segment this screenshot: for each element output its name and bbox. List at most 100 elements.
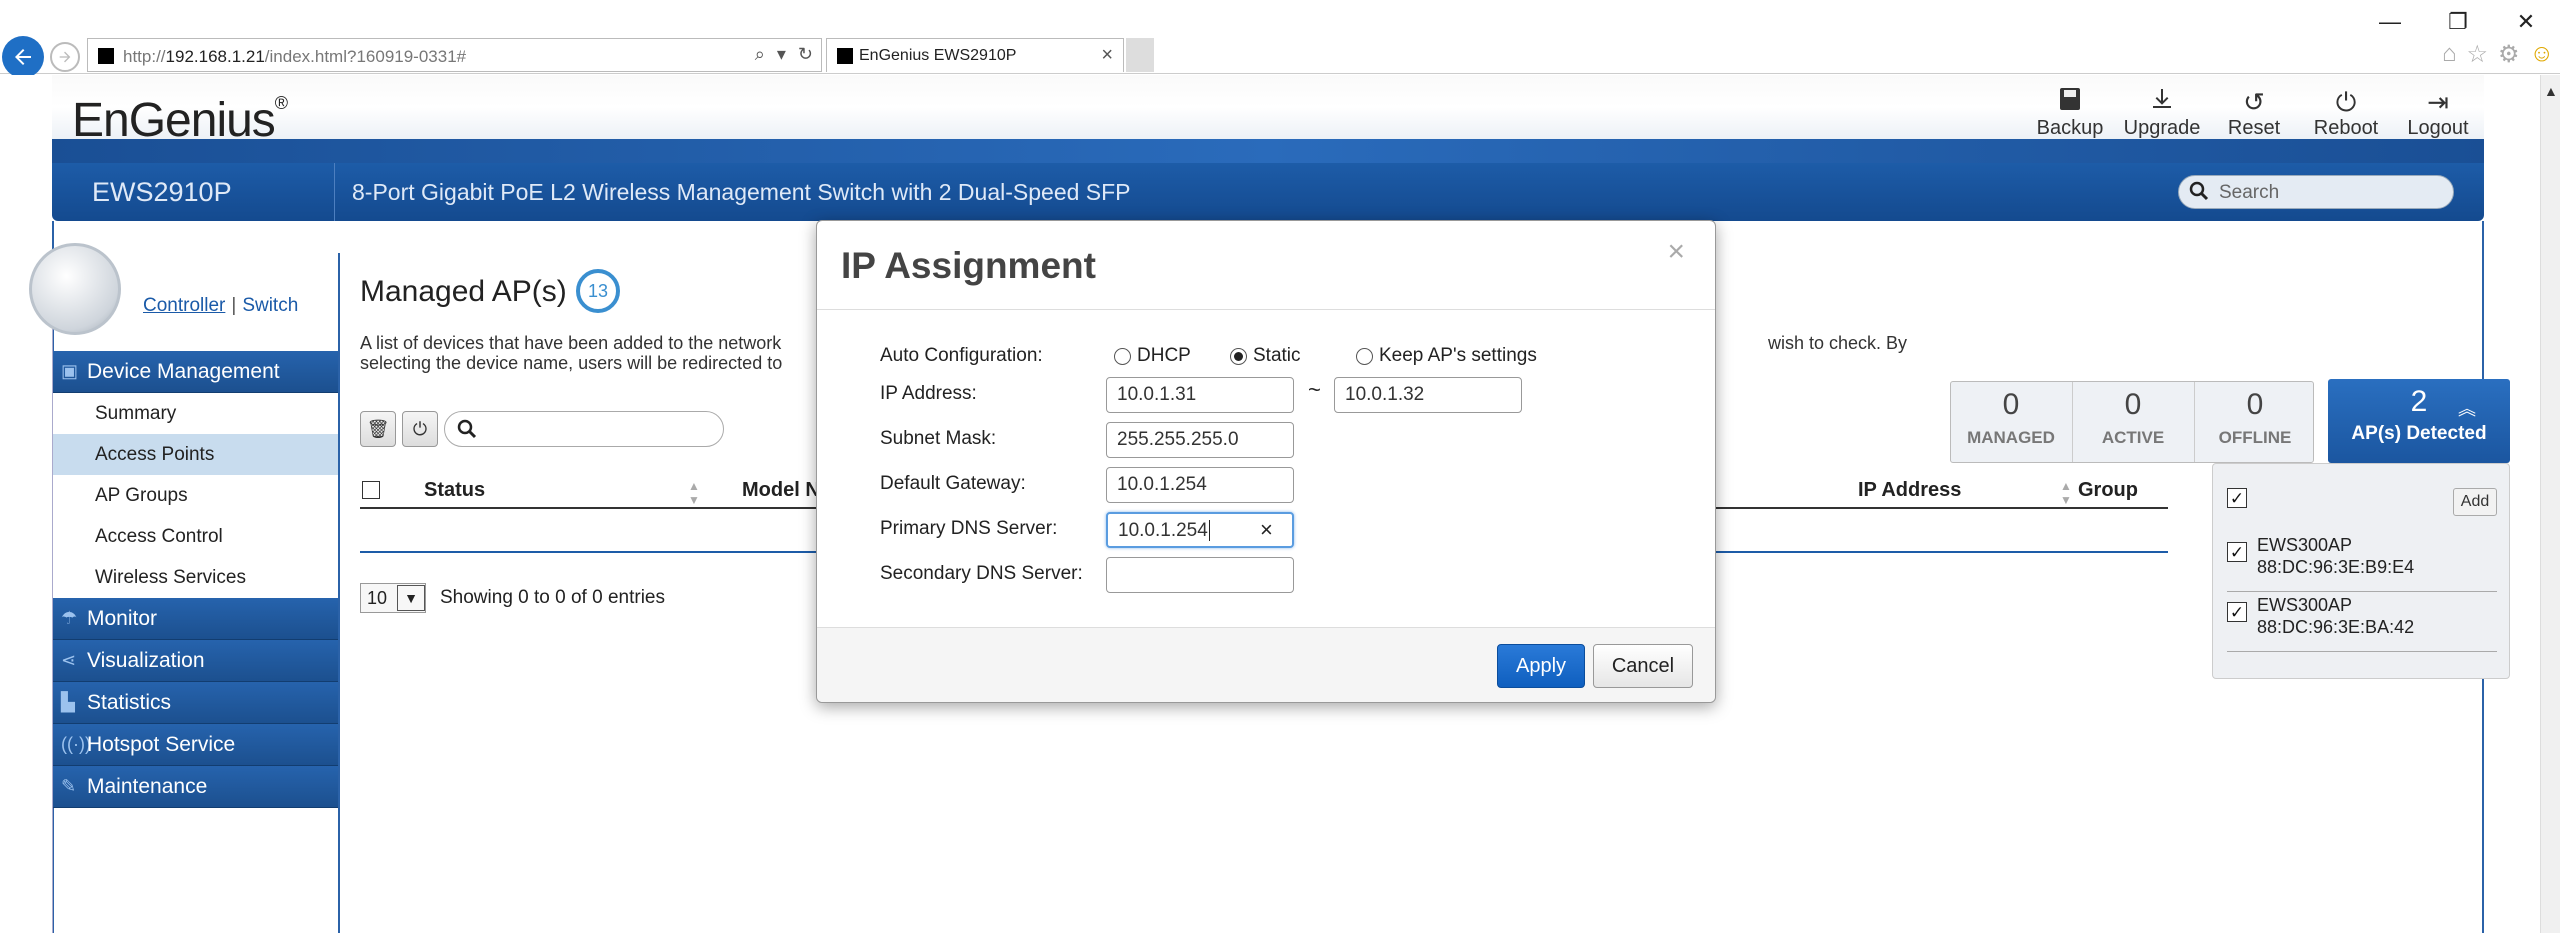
save-icon xyxy=(2024,87,2116,117)
restore-button[interactable]: ❐ xyxy=(2424,6,2492,38)
screen: — ❐ ✕ http://192.168.1.21/index.html?160… xyxy=(0,0,2560,933)
home-icon[interactable]: ⌂ xyxy=(2442,40,2457,69)
stat-offline-label: OFFLINE xyxy=(2218,428,2292,447)
entries-info: Showing 0 to 0 of 0 entries xyxy=(440,587,665,608)
sidebar-item-access-control[interactable]: Access Control xyxy=(53,516,339,557)
header-bar: EWS2910P 8-Port Gigabit PoE L2 Wireless … xyxy=(52,163,2484,221)
close-window-button[interactable]: ✕ xyxy=(2492,6,2560,38)
model-separator xyxy=(334,163,335,221)
column-status[interactable]: Status ▲ ▼ xyxy=(424,479,700,507)
backup-button[interactable]: Backup xyxy=(2024,87,2116,140)
stat-active[interactable]: 0 ACTIVE xyxy=(2073,382,2193,462)
text-caret xyxy=(1208,520,1210,541)
delete-button[interactable]: 🗑 xyxy=(360,411,396,447)
search-input[interactable]: Search xyxy=(2219,182,2279,204)
sidebar-section-statistics[interactable]: ▙ Statistics xyxy=(53,682,339,724)
column-group[interactable]: Group xyxy=(2078,479,2138,502)
stat-active-label: ACTIVE xyxy=(2101,428,2165,447)
search-icon[interactable]: ⌕ xyxy=(755,44,765,65)
ip-address-label: IP Address: xyxy=(880,383,977,404)
column-model[interactable]: Model N xyxy=(742,479,820,502)
column-ip-address[interactable]: IP Address ▲ ▼ xyxy=(1858,479,2072,507)
section-label: Monitor xyxy=(87,606,158,630)
primary-dns-value: 10.0.1.254 xyxy=(1118,520,1208,541)
list-item-checkbox[interactable]: ✓ xyxy=(2227,542,2247,562)
sidebar-section-hotspot-service[interactable]: ((·)) Hotspot Service xyxy=(53,724,339,766)
secondary-dns-field[interactable] xyxy=(1106,557,1294,593)
stat-offline[interactable]: 0 OFFLINE xyxy=(2195,382,2315,462)
upgrade-button[interactable]: Upgrade xyxy=(2116,87,2208,140)
power-icon: ⏻ xyxy=(412,418,428,439)
url-prefix: http:// xyxy=(123,47,166,66)
ap-detected-toggle[interactable]: 2 AP(s) Detected ︽ xyxy=(2328,379,2510,463)
logout-button[interactable]: ⇥ Logout xyxy=(2392,87,2484,140)
upgrade-label: Upgrade xyxy=(2123,117,2201,139)
radio-dhcp[interactable]: DHCP xyxy=(1114,345,1191,367)
list-item[interactable]: ✓ EWS300AP 88:DC:96:3E:B9:E4 xyxy=(2227,534,2497,592)
ip-end-field[interactable]: 10.0.1.32 xyxy=(1334,377,1522,413)
detected-select-all-checkbox[interactable]: ✓ xyxy=(2227,488,2247,508)
sidebar-nav: ▣ Device Management Summary Access Point… xyxy=(53,351,339,808)
stat-managed[interactable]: 0 MANAGED xyxy=(1951,382,2071,462)
radio-static-dot[interactable] xyxy=(1230,347,1247,365)
mode-separator: | xyxy=(231,295,237,316)
url-path: /index.html?160919-0331# xyxy=(264,47,467,66)
browser-toolbar-icons: ⌂ ☆ ⚙ ☺ xyxy=(2442,40,2554,69)
clear-icon[interactable]: × xyxy=(1260,517,1273,543)
back-button[interactable] xyxy=(2,36,44,78)
page-favicon-icon xyxy=(98,48,114,64)
reset-button[interactable]: ↺ Reset xyxy=(2208,87,2300,140)
favorites-star-icon[interactable]: ☆ xyxy=(2466,40,2488,69)
section-label: Hotspot Service xyxy=(87,732,236,756)
reboot-ap-button[interactable]: ⏻ xyxy=(402,411,438,447)
subnet-label: Subnet Mask: xyxy=(880,428,997,449)
sidebar-section-monitor[interactable]: ☂ Monitor xyxy=(53,598,339,640)
feedback-smiley-icon[interactable]: ☺ xyxy=(2529,40,2554,69)
reboot-button[interactable]: ⏻ Reboot xyxy=(2300,87,2392,140)
close-icon[interactable]: × xyxy=(1667,235,1685,269)
settings-gear-icon[interactable]: ⚙ xyxy=(2498,40,2520,69)
forward-button[interactable] xyxy=(50,42,80,72)
sidebar-item-summary[interactable]: Summary xyxy=(53,393,339,434)
tab-title: EnGenius EWS2910P xyxy=(859,47,1017,64)
header-search[interactable]: Search xyxy=(2178,175,2454,209)
cancel-button[interactable]: Cancel xyxy=(1593,644,1693,688)
list-item-checkbox[interactable]: ✓ xyxy=(2227,602,2247,622)
radio-static[interactable]: Static xyxy=(1230,345,1301,367)
radio-keep-label: Keep AP's settings xyxy=(1379,345,1537,366)
sidebar-item-ap-groups[interactable]: AP Groups xyxy=(53,475,339,516)
device-icon: ▣ xyxy=(61,361,79,381)
refresh-icon[interactable]: ↻ xyxy=(798,44,813,65)
radio-dhcp-dot[interactable] xyxy=(1114,347,1131,365)
chart-icon: ▙ xyxy=(61,692,75,712)
apply-button[interactable]: Apply xyxy=(1497,644,1585,688)
list-item[interactable]: ✓ EWS300AP 88:DC:96:3E:BA:42 xyxy=(2227,594,2497,652)
select-all-checkbox[interactable] xyxy=(362,481,380,505)
browser-tab[interactable]: EnGenius EWS2910P × xyxy=(826,38,1124,72)
subnet-field[interactable]: 255.255.255.0 xyxy=(1106,422,1294,458)
sidebar-item-wireless-services[interactable]: Wireless Services xyxy=(53,557,339,598)
sidebar-item-access-points[interactable]: Access Points xyxy=(53,434,339,475)
page-scrollbar[interactable]: ▲ xyxy=(2540,75,2560,933)
page-size-select[interactable]: 10 ▼ xyxy=(360,583,426,613)
browser-chrome: — ❐ ✕ http://192.168.1.21/index.html?160… xyxy=(0,0,2560,78)
sidebar-section-device-management[interactable]: ▣ Device Management xyxy=(53,351,339,393)
sidebar-section-visualization[interactable]: ⋖ Visualization xyxy=(53,640,339,682)
scroll-up-icon[interactable]: ▲ xyxy=(2544,83,2558,99)
tab-close-icon[interactable]: × xyxy=(1101,44,1113,67)
detected-ap-list: ✓ Add ✓ EWS300AP 88:DC:96:3E:B9:E4 ✓ EWS… xyxy=(2212,463,2510,679)
controller-link[interactable]: Controller xyxy=(143,295,225,316)
radio-keep-settings[interactable]: Keep AP's settings xyxy=(1356,345,1537,367)
table-search-input[interactable] xyxy=(444,411,724,447)
switch-link[interactable]: Switch xyxy=(242,295,298,316)
minimize-button[interactable]: — xyxy=(2356,6,2424,38)
gateway-field[interactable]: 10.0.1.254 xyxy=(1106,467,1294,503)
address-bar[interactable]: http://192.168.1.21/index.html?160919-03… xyxy=(87,38,822,72)
sidebar-section-maintenance[interactable]: ✎ Maintenance xyxy=(53,766,339,808)
dropdown-icon[interactable]: ▾ xyxy=(777,44,786,65)
ip-start-field[interactable]: 10.0.1.31 xyxy=(1106,377,1294,413)
radio-keep-dot[interactable] xyxy=(1356,347,1373,365)
add-ap-button[interactable]: Add xyxy=(2453,488,2497,516)
avatar xyxy=(29,243,121,335)
new-tab-button[interactable] xyxy=(1126,38,1154,72)
